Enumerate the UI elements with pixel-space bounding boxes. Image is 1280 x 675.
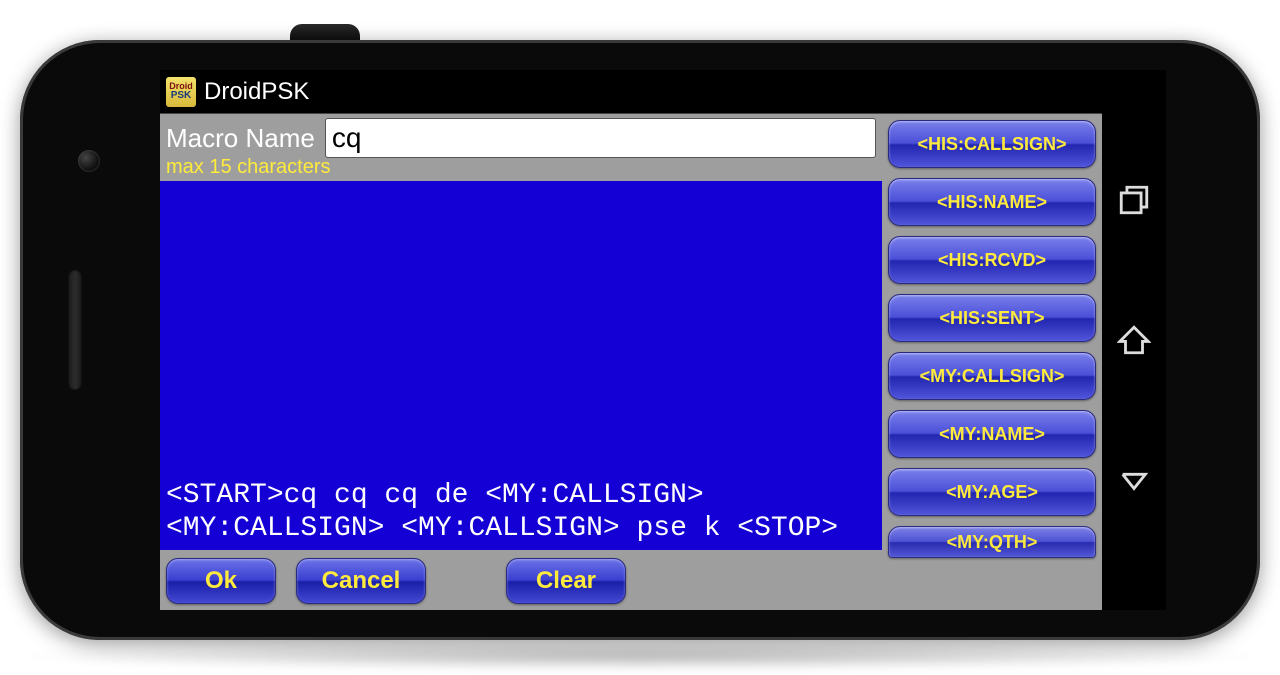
ok-button[interactable]: Ok xyxy=(166,558,276,604)
token-my-name[interactable]: <MY:NAME> xyxy=(888,410,1096,458)
screen: Droid PSK DroidPSK Macro Name max 15 cha… xyxy=(160,70,1166,610)
app-icon: Droid PSK xyxy=(166,77,196,107)
app-title: DroidPSK xyxy=(204,78,309,106)
app-icon-line2: PSK xyxy=(171,91,192,101)
token-his-sent[interactable]: <HIS:SENT> xyxy=(888,294,1096,342)
token-his-rcvd[interactable]: <HIS:RCVD> xyxy=(888,236,1096,284)
token-panel[interactable]: <HIS:CALLSIGN> <HIS:NAME> <HIS:RCVD> <HI… xyxy=(882,114,1102,610)
phone-body: Droid PSK DroidPSK Macro Name max 15 cha… xyxy=(20,40,1260,640)
macro-header: Macro Name max 15 characters xyxy=(160,114,882,181)
phone-left-bezel xyxy=(20,40,160,640)
token-his-callsign[interactable]: <HIS:CALLSIGN> xyxy=(888,120,1096,168)
phone-right-bezel xyxy=(1170,40,1260,640)
phone-shadow xyxy=(10,641,1270,671)
macro-body-editor[interactable]: <START>cq cq cq de <MY:CALLSIGN> <MY:CAL… xyxy=(160,181,882,550)
token-my-callsign[interactable]: <MY:CALLSIGN> xyxy=(888,352,1096,400)
bottom-button-bar: Ok Cancel Clear xyxy=(160,550,882,610)
android-nav-bar xyxy=(1102,70,1166,610)
token-his-name[interactable]: <HIS:NAME> xyxy=(888,178,1096,226)
app-area: Droid PSK DroidPSK Macro Name max 15 cha… xyxy=(160,70,1102,610)
token-my-age[interactable]: <MY:AGE> xyxy=(888,468,1096,516)
front-camera xyxy=(78,150,100,172)
macro-name-input[interactable] xyxy=(325,118,876,158)
token-my-qth[interactable]: <MY:QTH> xyxy=(888,526,1096,558)
macro-name-label: Macro Name xyxy=(166,123,315,154)
back-icon[interactable] xyxy=(1117,463,1151,497)
cancel-button[interactable]: Cancel xyxy=(296,558,426,604)
title-bar: Droid PSK DroidPSK xyxy=(160,70,1102,114)
recent-apps-icon[interactable] xyxy=(1117,183,1151,217)
left-column: Macro Name max 15 characters <START>cq c… xyxy=(160,114,882,610)
clear-button[interactable]: Clear xyxy=(506,558,626,604)
earpiece-speaker xyxy=(68,270,82,390)
app-content-row: Macro Name max 15 characters <START>cq c… xyxy=(160,114,1102,610)
macro-hint: max 15 characters xyxy=(166,156,876,179)
macro-body-text: <START>cq cq cq de <MY:CALLSIGN> <MY:CAL… xyxy=(166,479,876,546)
home-icon[interactable] xyxy=(1117,323,1151,357)
